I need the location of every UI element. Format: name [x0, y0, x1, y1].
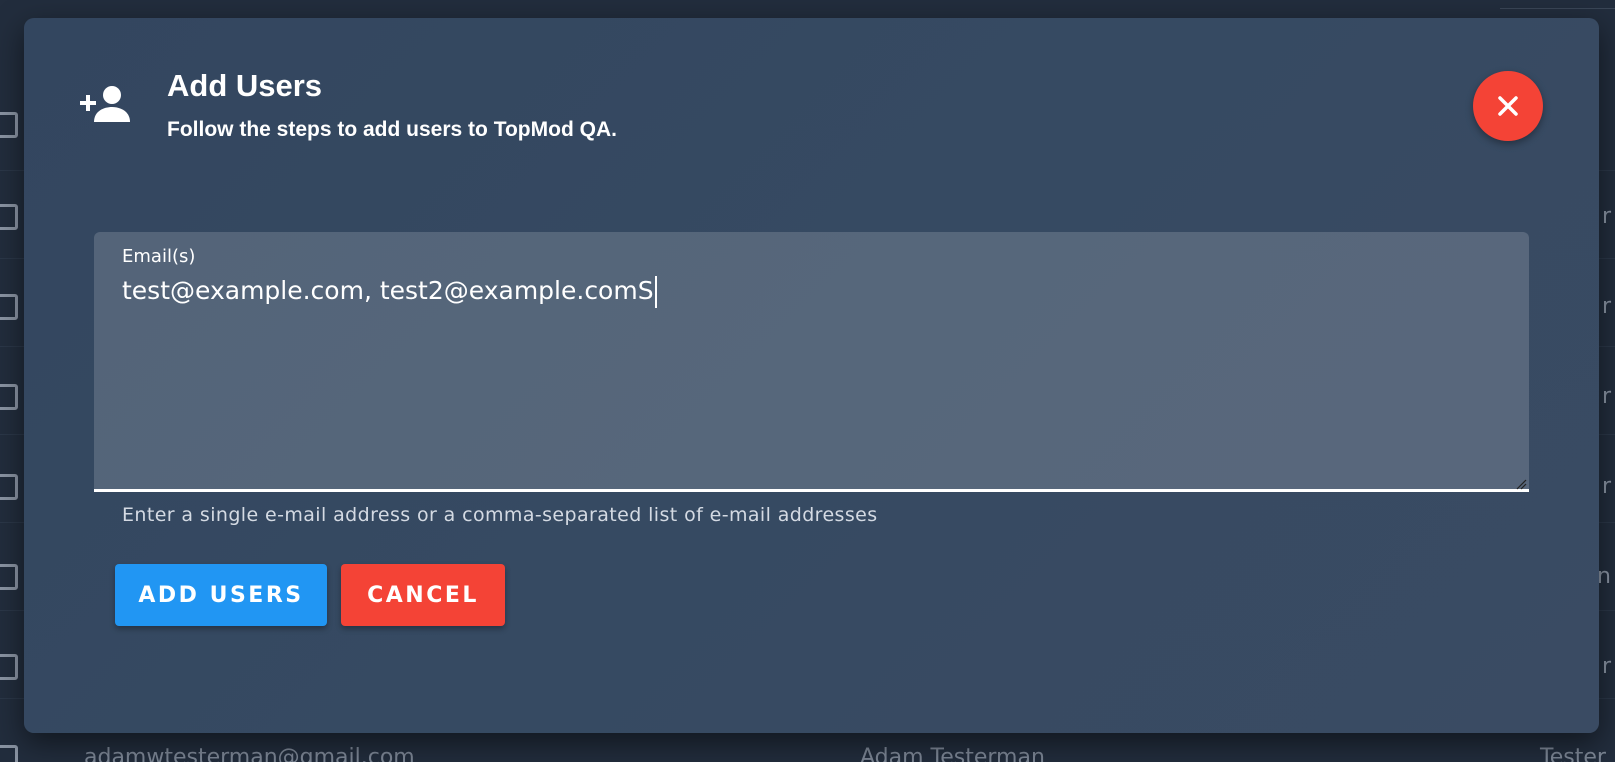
row-checkbox[interactable]: [0, 564, 18, 590]
row-checkbox[interactable]: [0, 474, 18, 500]
person-add-icon: [80, 84, 132, 124]
background-divider: [1500, 8, 1615, 9]
emails-field[interactable]: Email(s) test@example.com, test2@example…: [94, 232, 1529, 492]
add-users-button[interactable]: ADD USERS: [115, 564, 327, 626]
dialog-subtitle: Follow the steps to add users to TopMod …: [167, 118, 617, 141]
emails-textarea[interactable]: test@example.com, test2@example.comS: [122, 276, 657, 308]
row-checkbox[interactable]: [0, 654, 18, 680]
row-role: Tester: [1540, 745, 1606, 762]
close-icon: [1497, 95, 1519, 117]
dialog-title: Add Users: [167, 68, 323, 103]
cancel-button[interactable]: CANCEL: [341, 564, 505, 626]
row-role-fragment: r: [1601, 654, 1611, 679]
emails-textarea-value: test@example.com, test2@example.comS: [122, 276, 654, 305]
row-email: adamwtesterman@gmail.com: [84, 745, 415, 762]
row-checkbox[interactable]: [0, 112, 18, 138]
row-role-fragment: n: [1597, 564, 1611, 589]
emails-field-label: Email(s): [122, 246, 196, 267]
close-button[interactable]: [1473, 71, 1543, 141]
resize-handle-icon[interactable]: [1515, 475, 1527, 490]
row-checkbox[interactable]: [0, 745, 18, 762]
row-role-fragment: r: [1601, 204, 1611, 229]
row-checkbox[interactable]: [0, 294, 18, 320]
row-role-fragment: r: [1601, 474, 1611, 499]
row-name: Adam Testerman: [860, 745, 1045, 762]
row-role-fragment: r: [1601, 384, 1611, 409]
add-users-dialog: Add Users Follow the steps to add users …: [24, 18, 1599, 733]
emails-field-hint: Enter a single e-mail address or a comma…: [122, 504, 878, 526]
row-checkbox[interactable]: [0, 204, 18, 230]
text-caret: [654, 276, 657, 308]
row-checkbox[interactable]: [0, 384, 18, 410]
row-role-fragment: r: [1601, 294, 1611, 319]
